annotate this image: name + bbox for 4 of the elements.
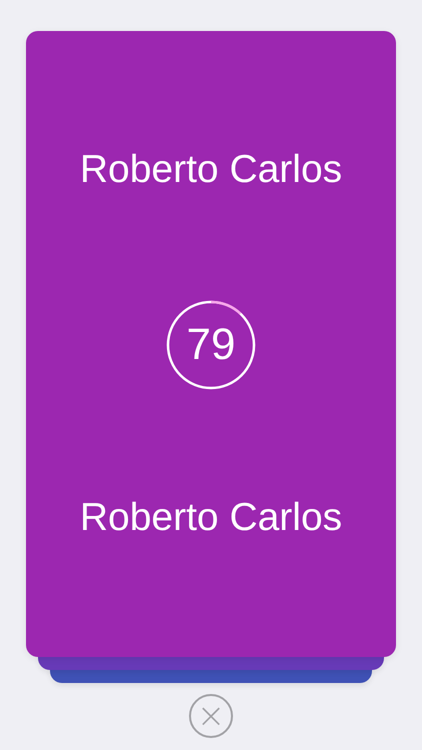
- player-name: Roberto Carlos: [80, 147, 342, 193]
- score-number: 79: [186, 320, 236, 370]
- player-name: Roberto Carlos: [80, 495, 342, 541]
- player-card[interactable]: Roberto Carlos 79 Roberto Carlos: [26, 31, 396, 657]
